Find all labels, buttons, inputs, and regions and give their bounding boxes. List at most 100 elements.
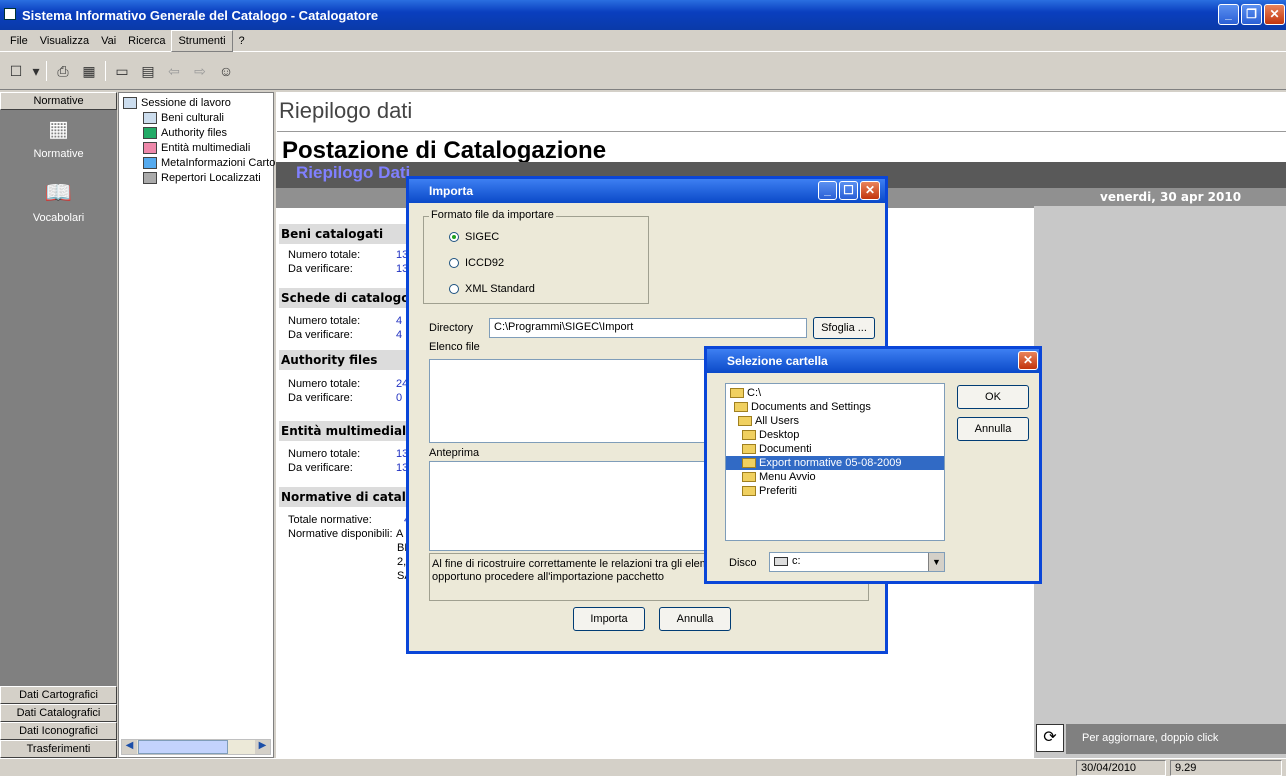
stat-label: Totale normative: xyxy=(288,514,372,526)
radio-sigec[interactable]: SIGEC xyxy=(449,231,499,243)
folder-item[interactable]: Documents and Settings xyxy=(734,400,871,414)
stat-label: Numero totale: xyxy=(288,378,361,390)
dialog-title: Selezione cartella xyxy=(727,354,828,368)
folder-icon xyxy=(742,472,756,482)
folder-item[interactable]: C:\ xyxy=(730,386,761,400)
card-icon xyxy=(143,112,157,124)
page-subtitle: Riepilogo Dati xyxy=(296,163,411,182)
stat-label: Da verificare: xyxy=(288,263,353,275)
menu-vai[interactable]: Vai xyxy=(95,31,122,51)
dialog-maximize-button[interactable]: ☐ xyxy=(839,181,858,200)
menu-visualizza[interactable]: Visualizza xyxy=(34,31,95,51)
nav-dati-cartografici[interactable]: Dati Cartografici xyxy=(0,686,117,704)
tree-item-authority-files[interactable]: Authority files xyxy=(143,126,227,140)
print-icon[interactable]: ⎙ xyxy=(53,61,73,81)
stat-value: 4 xyxy=(396,329,403,341)
directory-input[interactable]: C:\Programmi\SIGEC\Import xyxy=(489,318,807,338)
minimize-button[interactable]: _ xyxy=(1218,4,1239,25)
folder-label: Preferiti xyxy=(759,485,797,497)
refresh-icon[interactable]: ⟳ xyxy=(1036,724,1064,752)
horizontal-scrollbar[interactable]: ◀ ▶ xyxy=(121,739,271,755)
new-document-icon[interactable]: ☐ xyxy=(6,61,26,81)
browse-button[interactable]: Sfoglia ... xyxy=(813,317,875,339)
tree-item-beni-culturali[interactable]: Beni culturali xyxy=(143,111,224,125)
radio-xml-standard[interactable]: XML Standard xyxy=(449,283,535,295)
menu-strumenti[interactable]: Strumenti xyxy=(171,29,233,52)
radio-dot xyxy=(449,232,459,242)
toolbar-separator xyxy=(46,61,47,81)
nav-item-vocabolari[interactable]: 📖 Vocabolari xyxy=(0,180,117,224)
dialog-minimize-button[interactable]: _ xyxy=(818,181,837,200)
tree-item-metainformazioni[interactable]: MetaInformazioni Carto xyxy=(143,156,275,170)
tree-item-repertori[interactable]: Repertori Localizzati xyxy=(143,171,261,185)
stat-label: Numero totale: xyxy=(288,315,361,327)
stat-value: 4 xyxy=(396,315,403,327)
nav-dati-iconografici[interactable]: Dati Iconografici xyxy=(0,722,117,740)
folder-label: C:\ xyxy=(747,387,762,399)
stat-label: Normative disponibili: xyxy=(288,528,393,540)
folder-icon xyxy=(742,444,756,454)
folder-item-selected[interactable]: Export normative 05-08-2009 xyxy=(726,456,944,470)
restore-button[interactable]: ❐ xyxy=(1241,4,1262,25)
folder-tree[interactable]: C:\ Documents and Settings All Users Des… xyxy=(725,383,945,541)
folder-open-icon xyxy=(730,388,744,398)
scroll-right-icon[interactable]: ▶ xyxy=(255,740,270,754)
side-panel xyxy=(1034,206,1286,758)
disk-select[interactable]: c: ▼ xyxy=(769,552,945,572)
table-icon: ▦ xyxy=(48,116,69,141)
folder-icon xyxy=(742,458,756,468)
forward-arrow-icon[interactable]: ⇨ xyxy=(190,61,210,81)
menu-ricerca[interactable]: Ricerca xyxy=(122,31,171,51)
back-arrow-icon[interactable]: ⇦ xyxy=(164,61,184,81)
folder-label: Documenti xyxy=(759,443,812,455)
nav-item-normative[interactable]: ▦ Normative xyxy=(0,116,117,160)
menu-file[interactable]: File xyxy=(4,31,34,51)
annulla-button[interactable]: Annulla xyxy=(659,607,731,631)
left-navigation: Normative ▦ Normative 📖 Vocabolari Dati … xyxy=(0,92,117,758)
chevron-down-icon[interactable]: ▼ xyxy=(928,553,944,571)
users-icon[interactable]: ☺ xyxy=(216,61,236,81)
folder-item[interactable]: Desktop xyxy=(742,428,799,442)
app-title: Sistema Informativo Generale del Catalog… xyxy=(22,7,379,23)
page-heading: Riepilogo dati xyxy=(279,98,413,123)
refresh-hint: Per aggiornare, doppio click xyxy=(1082,732,1219,744)
dropdown-arrow-icon[interactable]: ▾ xyxy=(32,61,40,81)
importa-button[interactable]: Importa xyxy=(573,607,645,631)
tree-item-label: MetaInformazioni Carto xyxy=(161,157,276,169)
section-authority-files: Authority files xyxy=(279,350,419,370)
radio-label: ICCD92 xyxy=(465,257,505,269)
radio-iccd92[interactable]: ICCD92 xyxy=(449,257,504,269)
divider xyxy=(277,131,1286,132)
grid-icon[interactable]: ▦ xyxy=(79,61,99,81)
selezione-titlebar: Selezione cartella xyxy=(707,349,1039,373)
folder-item[interactable]: All Users xyxy=(738,414,799,428)
drive-icon xyxy=(774,557,788,566)
list-icon[interactable]: ▤ xyxy=(138,61,158,81)
folder-item[interactable]: Documenti xyxy=(742,442,812,456)
scroll-left-icon[interactable]: ◀ xyxy=(122,740,137,754)
stat-label: Numero totale: xyxy=(288,448,361,460)
folder-label: Export normative 05-08-2009 xyxy=(759,457,902,469)
selezione-cartella-dialog: Selezione cartella ✕ C:\ Documents and S… xyxy=(704,346,1042,584)
ok-button[interactable]: OK xyxy=(957,385,1029,409)
nav-dati-catalografici[interactable]: Dati Catalografici xyxy=(0,704,117,722)
menu-help[interactable]: ? xyxy=(233,31,251,51)
toolbar-separator xyxy=(105,61,106,81)
tree-item-entita-multimediali[interactable]: Entità multimediali xyxy=(143,141,250,155)
folder-item[interactable]: Preferiti xyxy=(742,484,797,498)
nav-header-normative[interactable]: Normative xyxy=(0,92,117,110)
selezione-close-button[interactable]: ✕ xyxy=(1018,351,1038,370)
scroll-thumb[interactable] xyxy=(138,740,228,754)
cancel-button[interactable]: Annulla xyxy=(957,417,1029,441)
tree-root[interactable]: Sessione di lavoro xyxy=(123,96,231,110)
section-entita-multimediali: Entità multimediali xyxy=(279,421,419,441)
panel-icon[interactable]: ▭ xyxy=(112,61,132,81)
folder-open-icon xyxy=(734,402,748,412)
repository-icon xyxy=(143,172,157,184)
dialog-close-button[interactable]: ✕ xyxy=(860,181,880,200)
app-icon xyxy=(4,8,16,20)
nav-trasferimenti[interactable]: Trasferimenti xyxy=(0,740,117,758)
toolbar: ☐ ▾ ⎙ ▦ ▭ ▤ ⇦ ⇨ ☺ xyxy=(0,53,1286,90)
close-button[interactable]: ✕ xyxy=(1264,4,1285,25)
folder-item[interactable]: Menu Avvio xyxy=(742,470,816,484)
